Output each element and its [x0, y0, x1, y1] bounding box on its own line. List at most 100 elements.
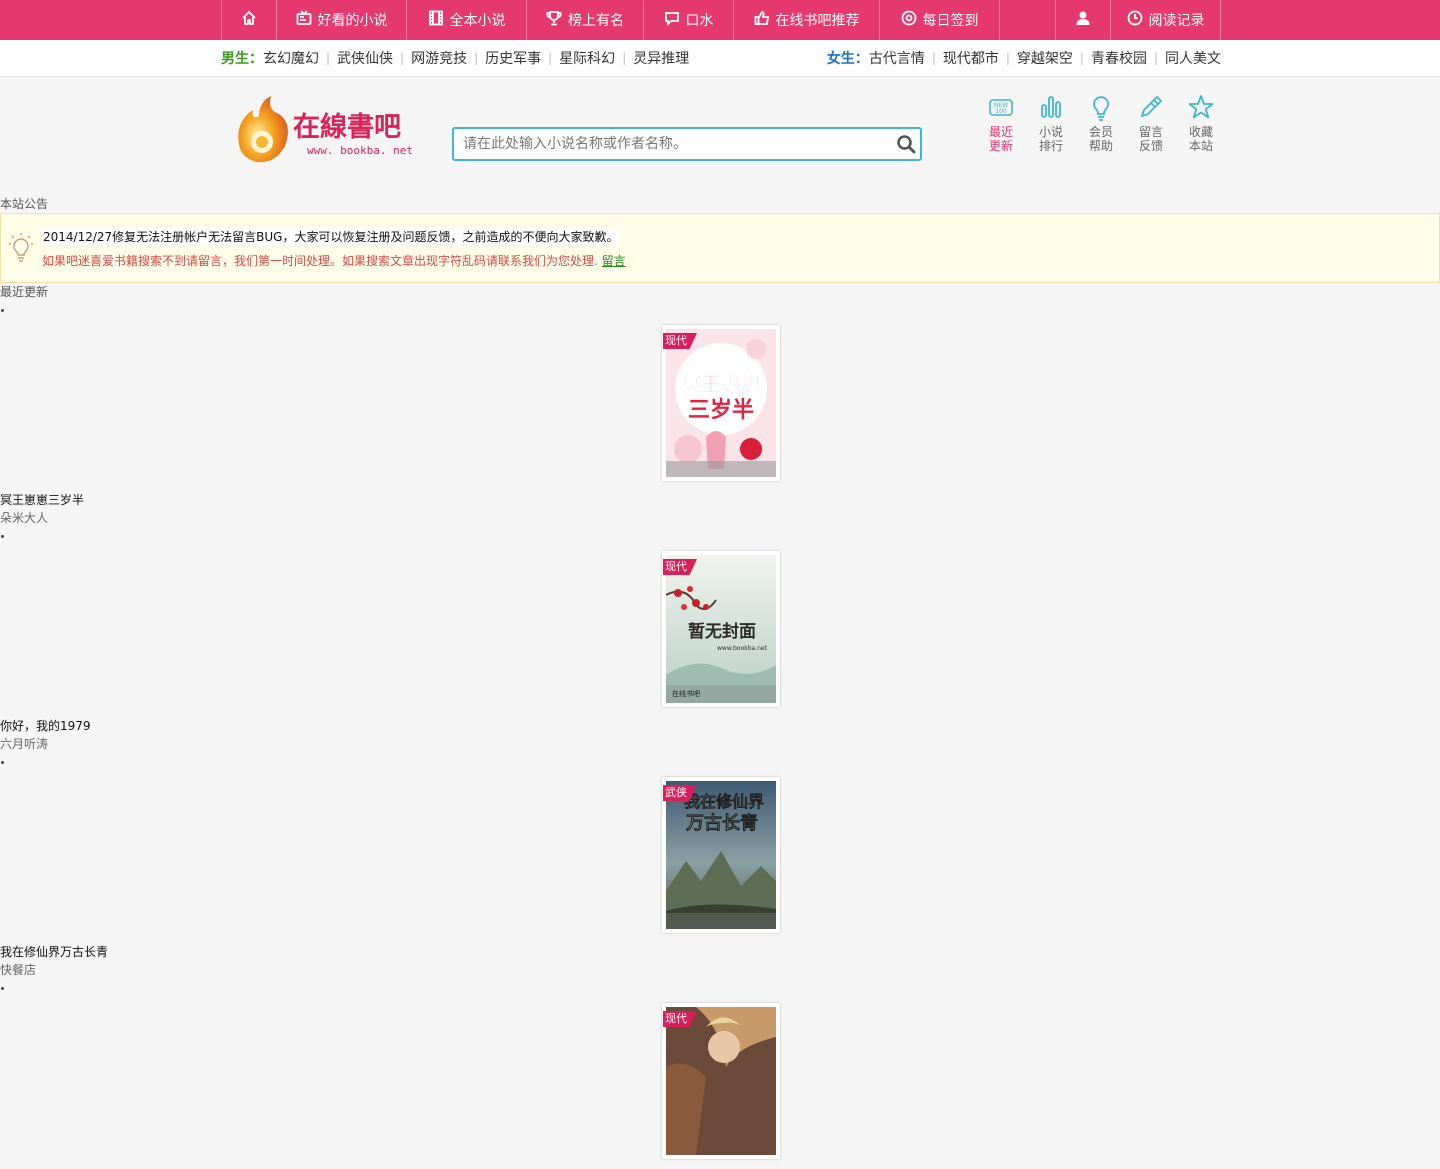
divider: |: [622, 51, 627, 65]
site-logo[interactable]: 在線書吧 www. bookba. net: [233, 94, 413, 164]
genre-link[interactable]: 网游竞技: [411, 48, 467, 68]
quick-member-help[interactable]: 会员 帮助: [1076, 93, 1126, 153]
svg-text:100: 100: [995, 108, 1007, 115]
search-input[interactable]: [454, 129, 892, 159]
quick-label: 反馈: [1138, 139, 1163, 153]
book-title[interactable]: 冥王崽崽三岁半: [0, 491, 1440, 509]
genre-link[interactable]: 同人美文: [1165, 48, 1221, 68]
nav-label: 阅读记录: [1148, 13, 1205, 29]
genre-link[interactable]: 灵异推理: [633, 48, 689, 68]
nav-user[interactable]: [1055, 0, 1110, 40]
book-cover[interactable]: 我在修仙界 万古长青 武侠: [662, 777, 780, 933]
divider: |: [326, 51, 331, 65]
list-item: 现代: [0, 979, 1440, 1169]
quick-feedback[interactable]: 留言 反馈: [1126, 93, 1176, 153]
list-bullet: [0, 753, 1440, 771]
divider: |: [548, 51, 553, 65]
male-label: 男生：: [221, 51, 263, 67]
book-author[interactable]: 六月听涛: [0, 735, 1440, 753]
nav-label: 好看的小说: [317, 13, 388, 29]
nav-reading-history[interactable]: 阅读记录: [1110, 0, 1221, 40]
film-icon: [428, 10, 450, 30]
divider: |: [400, 51, 405, 65]
list-item: 暂无封面 www.bookba.net 在线书吧 现代 你好，我的1979 六月…: [0, 527, 1440, 753]
genre-bar: 男生： 玄幻魔幻 | 武侠仙侠 | 网游竞技 | 历史军事 | 星际科幻 | 灵异推理 女…: [0, 40, 1440, 77]
book-cover[interactable]: 冥王崽崽 三岁半 现代: [662, 325, 780, 481]
quick-label: 小说: [1038, 125, 1063, 139]
quick-label: 最近: [988, 125, 1013, 139]
nav-home[interactable]: [221, 0, 276, 40]
clock-icon: [1127, 10, 1149, 30]
cover-brand: 在线书吧: [672, 689, 700, 698]
notice-line-2: 如果吧迷喜爱书籍搜索不到请留言，我们第一时间处理。如果搜索文章出现字符乱码请联系…: [42, 252, 626, 269]
genre-link[interactable]: 星际科幻: [559, 48, 615, 68]
genre-link[interactable]: 穿越架空: [1017, 48, 1073, 68]
quick-rankings[interactable]: 小说 排行: [1026, 93, 1076, 153]
genre-link[interactable]: 武侠仙侠: [337, 48, 393, 68]
svg-text:冥王崽崽: 冥王崽崽: [681, 372, 761, 396]
genre-link[interactable]: 古代言情: [869, 48, 925, 68]
nav-label: 在线书吧推荐: [775, 13, 860, 29]
nav-daily-signin[interactable]: 每日签到: [879, 0, 999, 40]
notice-line-1: 2014/12/27修复无法注册帐户无法留言BUG，大家可以恢复注册及问题反馈，…: [41, 228, 621, 245]
divider: |: [474, 51, 479, 65]
lightbulb-icon: [9, 233, 33, 262]
genre-link[interactable]: 玄幻魔幻: [263, 48, 319, 68]
book-title[interactable]: 我在修仙界万古长青: [0, 943, 1440, 961]
search-box: [452, 127, 922, 161]
cover-image: 暂无封面 www.bookba.net 在线书吧: [666, 555, 776, 703]
leave-message-link[interactable]: 留言: [602, 254, 626, 268]
cover-image: [666, 1007, 776, 1155]
quick-label: 排行: [1038, 139, 1063, 153]
quick-label: 更新: [988, 139, 1013, 153]
bar-chart-icon: [1041, 96, 1061, 118]
female-genres: 女生： 古代言情 | 现代都市 | 穿越架空 | 青春校园 | 同人美文: [827, 48, 1221, 68]
list-bullet: [0, 301, 1440, 319]
book-author[interactable]: 快餐店: [0, 961, 1440, 979]
quick-label: 留言: [1138, 125, 1163, 139]
quick-label: 帮助: [1088, 139, 1113, 153]
quick-bookmark-site[interactable]: 收藏 本站: [1176, 93, 1226, 153]
bulb-icon: [1093, 96, 1109, 121]
nav-chat[interactable]: 口水: [643, 0, 733, 40]
new-icon: NEW100: [989, 99, 1013, 116]
nav-good-novels[interactable]: 好看的小说: [276, 0, 406, 40]
quick-latest-updates[interactable]: NEW 100 最近 更新: [976, 93, 1026, 153]
cover-image: 我在修仙界 万古长青: [666, 781, 776, 929]
home-icon: [241, 10, 257, 30]
site-header: 在線書吧 www. bookba. net NEW100 最近 更新 小说 排行…: [0, 77, 1440, 195]
pencil-icon: [1140, 95, 1163, 118]
male-genres: 男生： 玄幻魔幻 | 武侠仙侠 | 网游竞技 | 历史军事 | 星际科幻 | 灵异推理: [221, 48, 689, 68]
list-bullet: [0, 979, 1440, 997]
nav-rankings[interactable]: 榜上有名: [526, 0, 643, 40]
nav-recommend[interactable]: 在线书吧推荐: [733, 0, 879, 40]
book-title[interactable]: 你好，我的1979: [0, 717, 1440, 735]
svg-text:万古长青: 万古长青: [685, 812, 758, 834]
nav-blank[interactable]: [999, 0, 1055, 40]
book-author[interactable]: 朵米大人: [0, 509, 1440, 527]
nav-label: 全本小说: [449, 13, 506, 29]
star-icon: [1188, 95, 1214, 119]
updates-title: 最近更新: [0, 285, 49, 299]
svg-text:我在修仙界: 我在修仙界: [684, 792, 764, 811]
notice-box: 2014/12/27修复无法注册帐户无法留言BUG，大家可以恢复注册及问题反馈，…: [0, 213, 1440, 283]
book-cover[interactable]: 现代: [662, 1003, 780, 1159]
nav-label: 榜上有名: [568, 13, 624, 29]
thumb-icon: [754, 10, 776, 30]
search-icon[interactable]: [896, 134, 916, 154]
quick-label: 收藏: [1188, 125, 1213, 139]
divider: |: [1005, 51, 1010, 65]
cover-text: 暂无封面: [688, 621, 756, 642]
nav-label: 口水: [685, 13, 714, 29]
svg-text:三岁半: 三岁半: [688, 397, 754, 423]
notice-line-2-text: 如果吧迷喜爱书籍搜索不到请留言，我们第一时间处理。如果搜索文章出现字符乱码请联系…: [42, 254, 598, 268]
trophy-icon: [546, 10, 568, 30]
nav-complete-novels[interactable]: 全本小说: [406, 0, 526, 40]
top-nav-bar: 好看的小说 全本小说 榜上有名 口水 在线书吧推荐 每日签到 阅读记录: [0, 0, 1440, 40]
genre-link[interactable]: 现代都市: [943, 48, 999, 68]
book-cover[interactable]: 暂无封面 www.bookba.net 在线书吧 现代: [662, 551, 780, 707]
quick-links: NEW 100 最近 更新 小说 排行 会员 帮助 留言 反馈 收藏 本站: [976, 93, 1226, 153]
sign-icon: [901, 10, 923, 30]
genre-link[interactable]: 青春校园: [1091, 48, 1147, 68]
genre-link[interactable]: 历史军事: [485, 48, 541, 68]
